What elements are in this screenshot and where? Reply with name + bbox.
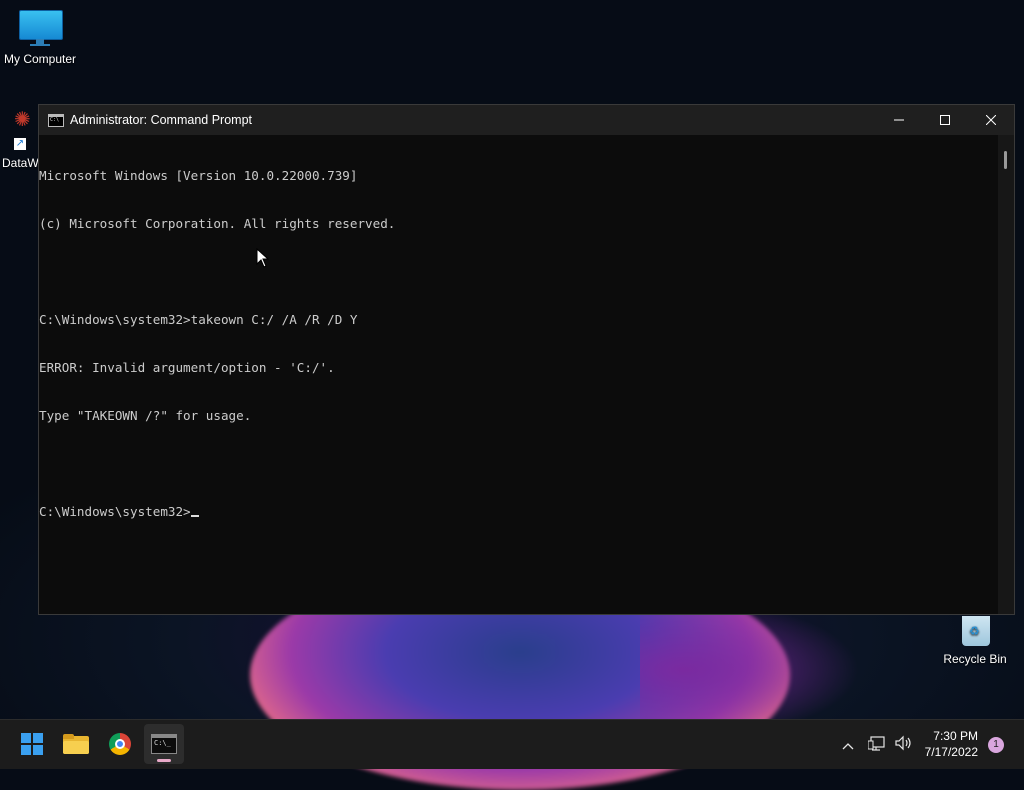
folder-icon <box>63 734 89 754</box>
maximize-icon <box>940 115 950 125</box>
text-cursor <box>190 515 199 517</box>
window-titlebar[interactable]: Administrator: Command Prompt <box>39 105 1014 135</box>
command-prompt-icon <box>48 113 64 127</box>
windows-start-icon <box>21 733 43 755</box>
command-prompt-window[interactable]: Administrator: Command Prompt Microsoft … <box>38 104 1015 615</box>
monitor-icon <box>19 10 63 46</box>
desktop-icon-label: DataW <box>2 156 39 170</box>
app-logo-icon: ✺ <box>14 107 31 131</box>
desktop-icon-label: My Computer <box>3 52 77 66</box>
terminal-line: Type "TAKEOWN /?" for usage. <box>39 408 252 423</box>
minimize-button[interactable] <box>876 105 922 135</box>
maximize-button[interactable] <box>922 105 968 135</box>
close-icon <box>986 115 996 125</box>
clock-button[interactable]: 7:30 PM 7/17/2022 <box>925 728 978 760</box>
clock-time: 7:30 PM <box>933 729 978 743</box>
network-button[interactable] <box>867 735 886 755</box>
volume-button[interactable] <box>894 735 912 755</box>
desktop-icon-dataw[interactable]: ✺ ↗ <box>14 107 38 150</box>
close-button[interactable] <box>968 105 1014 135</box>
terminal-output[interactable]: Microsoft Windows [Version 10.0.22000.73… <box>39 135 998 614</box>
active-indicator <box>157 759 171 762</box>
shortcut-arrow-icon: ↗ <box>14 138 26 150</box>
notification-badge[interactable]: 1 <box>988 737 1004 753</box>
chevron-up-icon <box>842 743 854 750</box>
desktop-icon-recycle-bin[interactable]: ♻ Recycle Bin <box>935 612 1015 666</box>
start-button[interactable] <box>12 724 52 764</box>
vertical-scrollbar[interactable] <box>998 135 1014 614</box>
network-icon <box>867 735 885 751</box>
recycle-bin-icon: ♻ <box>960 612 990 648</box>
terminal-line: ERROR: Invalid argument/option - 'C:/'. <box>39 360 335 375</box>
desktop-icon-label: Recycle Bin <box>943 652 1007 666</box>
command-prompt-taskbar-button[interactable] <box>144 724 184 764</box>
desktop-icon-my-computer[interactable]: My Computer <box>0 10 80 66</box>
terminal-line: (c) Microsoft Corporation. All rights re… <box>39 216 396 231</box>
file-explorer-button[interactable] <box>56 724 96 764</box>
taskbar: 7:30 PM 7/17/2022 1 <box>0 719 1024 769</box>
minimize-icon <box>894 119 904 121</box>
scrollbar-thumb[interactable] <box>1004 151 1007 169</box>
terminal-icon <box>151 734 177 754</box>
terminal-prompt-line[interactable]: C:\Windows\system32> <box>39 504 998 520</box>
chrome-icon <box>109 733 131 755</box>
terminal-prompt: C:\Windows\system32> <box>39 504 191 519</box>
volume-icon <box>895 735 911 750</box>
chrome-button[interactable] <box>100 724 140 764</box>
system-tray <box>840 720 912 769</box>
show-hidden-icons-button[interactable] <box>840 735 856 754</box>
window-title: Administrator: Command Prompt <box>70 113 253 127</box>
terminal-line: Microsoft Windows [Version 10.0.22000.73… <box>39 168 358 183</box>
terminal-line: C:\Windows\system32>takeown C:/ /A /R /D… <box>39 312 358 327</box>
clock-date: 7/17/2022 <box>924 745 978 759</box>
